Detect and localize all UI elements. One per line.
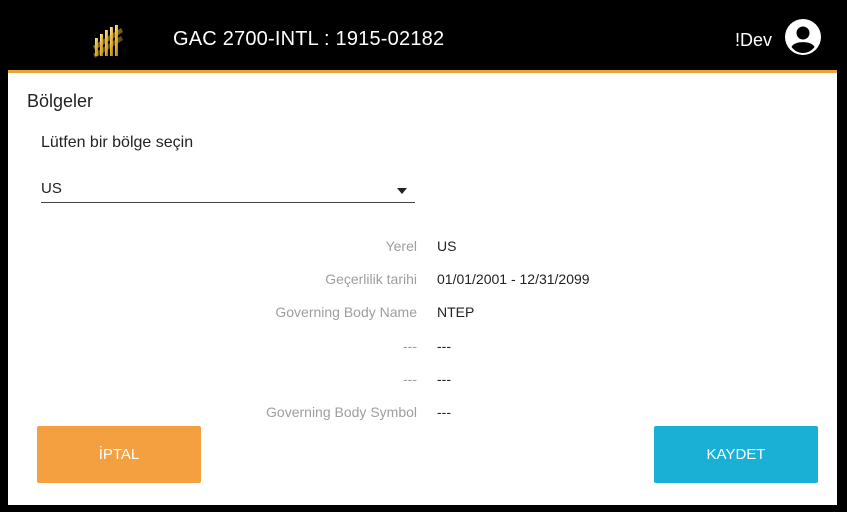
region-select[interactable]: US	[41, 174, 415, 203]
detail-row-validity: Geçerlilik tarihi 01/01/2001 - 12/31/209…	[8, 271, 837, 293]
detail-value: ---	[437, 371, 451, 387]
detail-value: ---	[437, 404, 451, 420]
gac-logo-icon	[93, 25, 123, 58]
detail-value: US	[437, 238, 457, 254]
detail-row-governing-body-name: Governing Body Name NTEP	[8, 304, 837, 326]
detail-value: 01/01/2001 - 12/31/2099	[437, 271, 590, 287]
dropdown-arrow-icon[interactable]	[397, 188, 407, 194]
app-title: GAC 2700-INTL : 1915-02182	[173, 28, 445, 50]
app-window: GAC 2700-INTL : 1915-02182 !Dev Bölgeler…	[8, 4, 837, 505]
detail-row-empty-1: --- ---	[8, 338, 837, 360]
detail-row-locale: Yerel US	[8, 238, 837, 260]
page-title: Bölgeler	[27, 91, 94, 111]
detail-label: Governing Body Name	[275, 304, 417, 320]
detail-label: ---	[403, 338, 417, 354]
region-prompt: Lütfen bir bölge seçin	[41, 134, 194, 151]
save-button[interactable]: KAYDET	[654, 426, 818, 483]
detail-label: Geçerlilik tarihi	[325, 271, 417, 287]
detail-value: ---	[437, 338, 451, 354]
region-select-value: US	[41, 180, 62, 197]
account-circle-icon[interactable]	[785, 19, 821, 55]
detail-label: Yerel	[385, 238, 417, 254]
detail-row-governing-body-symbol: Governing Body Symbol ---	[8, 404, 837, 426]
detail-label: ---	[403, 371, 417, 387]
detail-label: Governing Body Symbol	[266, 404, 417, 420]
detail-value: NTEP	[437, 304, 475, 320]
cancel-button[interactable]: İPTAL	[37, 426, 201, 483]
detail-row-empty-2: --- ---	[8, 371, 837, 393]
app-header: GAC 2700-INTL : 1915-02182 !Dev	[8, 4, 837, 73]
user-name[interactable]: !Dev	[735, 30, 772, 51]
